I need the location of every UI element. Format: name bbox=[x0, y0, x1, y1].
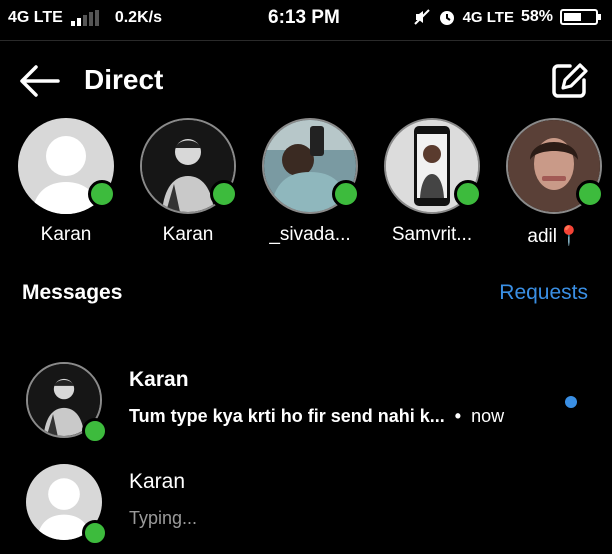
network-label: 4G LTE bbox=[8, 9, 63, 26]
thread-preview: Tum type kya krti ho fir send nahi k... •… bbox=[129, 406, 504, 427]
top-bar: Direct bbox=[0, 50, 612, 112]
story-name: Karan bbox=[40, 224, 92, 245]
status-left: 4G LTE 0.2K/s bbox=[8, 9, 162, 27]
alarm-icon bbox=[439, 11, 454, 25]
status-bar: 4G LTE 0.2K/s 6:13 PM 4G LTE 58% bbox=[0, 0, 612, 38]
signal-icon bbox=[70, 10, 99, 26]
status-divider bbox=[0, 40, 612, 41]
status-right: 4G LTE 58% bbox=[413, 8, 601, 26]
story-name: Karan bbox=[162, 224, 214, 245]
online-indicator bbox=[82, 520, 108, 546]
clock: 6:13 PM bbox=[268, 7, 340, 28]
unread-indicator bbox=[565, 396, 577, 408]
story-name: Samvrit... bbox=[391, 224, 473, 245]
requests-link[interactable]: Requests bbox=[499, 281, 588, 305]
mute-icon bbox=[413, 9, 430, 25]
story-name: _sivada... bbox=[269, 224, 351, 245]
active-users-row: Karan Karan _sivada... Samvrit... adil📍 bbox=[0, 118, 612, 258]
battery-percent: 58% bbox=[520, 8, 553, 25]
online-indicator bbox=[210, 180, 238, 208]
online-indicator bbox=[332, 180, 360, 208]
messages-heading: Messages bbox=[22, 281, 123, 304]
online-indicator bbox=[454, 180, 482, 208]
thread-time: now bbox=[471, 406, 505, 426]
page-title: Direct bbox=[84, 64, 164, 95]
data-speed: 0.2K/s bbox=[114, 9, 162, 26]
thread-preview: Typing... bbox=[129, 508, 198, 528]
network-right-label: 4G LTE bbox=[462, 8, 514, 26]
separator-dot: • bbox=[454, 406, 462, 426]
thread-name: Karan bbox=[129, 470, 186, 493]
thread-name: Karan bbox=[129, 368, 189, 391]
online-indicator bbox=[82, 418, 108, 444]
preview-text: Tum type kya krti ho fir send nahi k... bbox=[129, 406, 445, 426]
online-indicator bbox=[576, 180, 604, 208]
online-indicator bbox=[88, 180, 116, 208]
thread-item[interactable]: Karan Tum type kya krti ho fir send nahi… bbox=[0, 362, 612, 452]
story-name: adil📍 bbox=[527, 226, 581, 247]
compose-icon[interactable] bbox=[550, 62, 590, 100]
thread-item[interactable]: Karan Typing... bbox=[0, 464, 612, 554]
back-arrow-icon[interactable] bbox=[18, 62, 62, 100]
battery-icon bbox=[560, 9, 601, 25]
